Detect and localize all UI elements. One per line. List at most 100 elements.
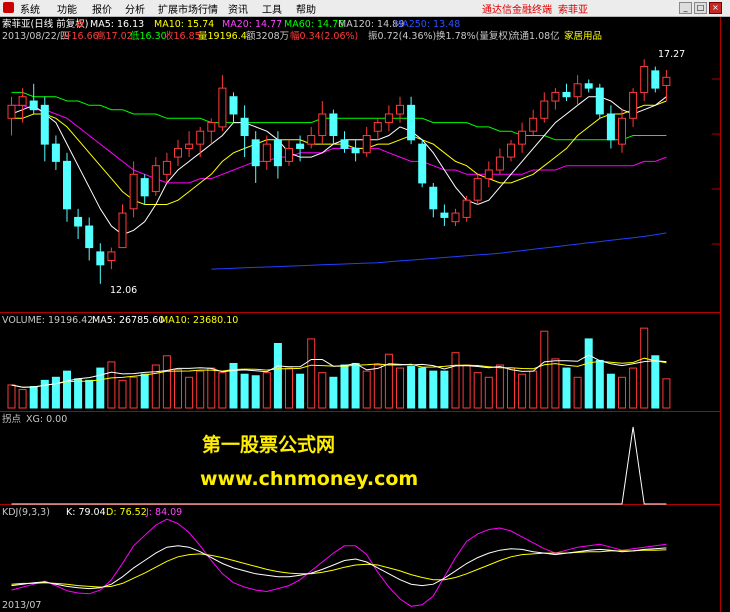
volume-bar-30 [340, 364, 349, 409]
candle-body-55 [618, 117, 626, 145]
volume-bar-38 [429, 370, 438, 409]
candle-body-5 [63, 160, 71, 210]
candle-body-34 [384, 113, 393, 124]
candle-body-33 [373, 122, 382, 132]
price-high-label: 17.27 [658, 49, 686, 60]
app-logo-icon[interactable] [3, 2, 14, 13]
ma250-line [211, 232, 667, 270]
volume-bar-31 [351, 362, 360, 409]
candle-body-58 [651, 70, 660, 89]
candle-body-32 [362, 135, 371, 154]
candle-body-3 [40, 104, 49, 145]
candle-body-35 [396, 104, 404, 115]
stock-title: 索菲亚 [558, 5, 588, 16]
menu-extended-market[interactable]: 扩展市场行情 [158, 1, 218, 16]
menu-system[interactable]: 系统 [20, 1, 40, 16]
volume-bar-46 [518, 373, 527, 409]
volume-bar-14 [162, 355, 171, 409]
candle-body-10 [118, 212, 127, 249]
candle-body-50 [562, 91, 571, 98]
candle-body-46 [518, 130, 527, 145]
candle-body-43 [484, 169, 493, 180]
volume-bar-36 [407, 366, 416, 409]
candle-body-29 [329, 113, 338, 137]
candle-body-8 [96, 251, 105, 266]
minimize-icon[interactable]: _ [679, 2, 692, 14]
candle-body-44 [495, 156, 504, 171]
volume-bar-27 [307, 338, 316, 409]
candle-body-13 [151, 165, 160, 193]
candle-body-4 [51, 143, 60, 162]
candle-body-20 [229, 96, 238, 115]
candle-body-54 [606, 113, 615, 141]
menu-function[interactable]: 功能 [57, 1, 77, 16]
candle-body-15 [174, 147, 182, 158]
candle-body-51 [573, 83, 582, 98]
volume-bar-34 [384, 353, 393, 409]
volume-bar-47 [529, 370, 538, 409]
volume-bar-40 [451, 352, 460, 409]
candle-body-48 [540, 100, 549, 119]
volume-bar-58 [651, 355, 660, 409]
volume-bar-54 [606, 373, 615, 409]
candle-body-56 [629, 91, 638, 119]
volume-bar-16 [185, 376, 194, 409]
volume-bar-17 [196, 370, 205, 409]
candle-body-30 [340, 139, 349, 149]
volume-bar-6 [74, 378, 83, 409]
candle-body-52 [584, 83, 593, 89]
maximize-icon[interactable]: □ [694, 2, 707, 14]
stock-chart[interactable] [0, 17, 720, 612]
volume-bar-29 [329, 376, 338, 409]
xg-signal-line [11, 426, 667, 505]
right-axis-strip [721, 17, 730, 612]
brand-title: 通达信金融终端 [482, 5, 552, 16]
volume-bar-7 [85, 379, 94, 409]
candle-body-24 [273, 139, 282, 167]
candle-body-23 [262, 143, 271, 162]
candle-body-14 [162, 160, 171, 175]
candle-body-7 [85, 225, 94, 249]
close-icon[interactable]: × [709, 2, 722, 14]
volume-bar-4 [51, 376, 60, 409]
menu-tools[interactable]: 工具 [262, 1, 282, 16]
watermark-title: 第一股票公式网 [202, 434, 336, 456]
volume-bar-56 [629, 367, 638, 409]
volume-bar-32 [362, 370, 371, 409]
volume-bar-59 [662, 378, 671, 409]
menu-analysis[interactable]: 分析 [125, 1, 145, 16]
volume-bar-44 [495, 364, 504, 409]
volume-bar-37 [418, 367, 427, 409]
volume-bar-26 [296, 373, 305, 409]
volume-bar-2 [29, 386, 38, 409]
volume-bar-42 [473, 372, 482, 409]
volume-bar-12 [140, 373, 149, 409]
menu-news[interactable]: 资讯 [228, 1, 248, 16]
volume-bar-55 [618, 376, 626, 409]
menu-help[interactable]: 帮助 [296, 1, 316, 16]
candle-body-45 [507, 143, 515, 158]
volume-bar-19 [218, 372, 227, 409]
candle-body-6 [74, 216, 83, 227]
candle-body-28 [318, 113, 327, 137]
candle-body-41 [462, 199, 471, 218]
candle-body-17 [196, 130, 205, 145]
volume-bar-45 [507, 367, 515, 409]
candle-body-9 [107, 251, 116, 262]
volume-bar-57 [640, 327, 649, 409]
candle-body-39 [440, 212, 449, 218]
candle-body-22 [251, 139, 260, 167]
volume-bar-1 [18, 389, 27, 409]
volume-bar-24 [273, 343, 282, 409]
volume-bar-21 [240, 373, 249, 409]
candle-body-42 [473, 178, 482, 201]
volume-bar-53 [595, 359, 604, 409]
candle-body-12 [140, 178, 149, 197]
candle-body-49 [551, 91, 560, 102]
menu-quote[interactable]: 报价 [92, 1, 112, 16]
volume-bar-35 [396, 367, 404, 409]
candle-body-26 [296, 143, 305, 149]
volume-bar-33 [373, 364, 382, 409]
volume-bar-18 [207, 367, 216, 409]
ma60-line [11, 91, 667, 141]
